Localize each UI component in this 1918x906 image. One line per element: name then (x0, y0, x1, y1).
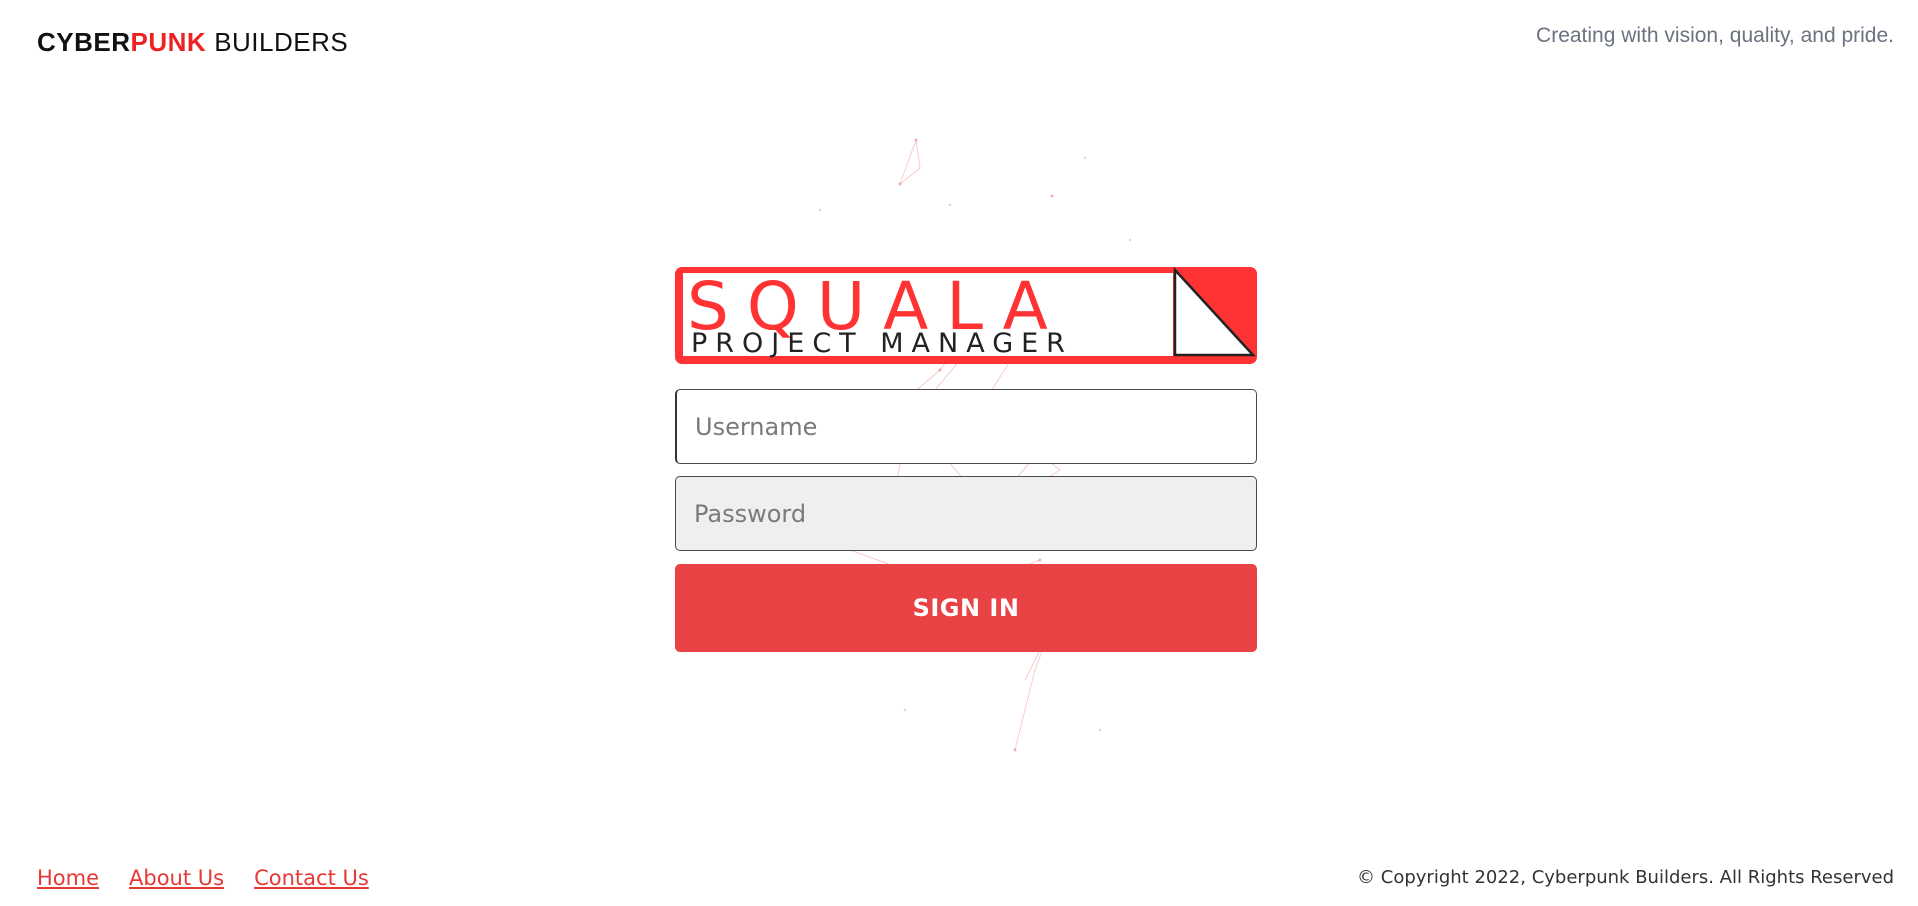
sign-in-button[interactable]: SIGN IN (675, 564, 1257, 652)
squala-logo: SQUALA PROJECT MANAGER (675, 267, 1257, 364)
brand-punk: PUNK (130, 27, 207, 57)
footer-nav: Home About Us Contact Us (37, 866, 369, 890)
password-input[interactable] (675, 476, 1257, 551)
username-input[interactable] (675, 389, 1257, 464)
login-page: CYBERPUNK BUILDERS Creating with vision, … (0, 0, 1918, 906)
brand-cyber: CYBER (37, 27, 131, 57)
tagline: Creating with vision, quality, and pride… (1536, 24, 1894, 47)
squala-logo-icon: SQUALA PROJECT MANAGER (675, 267, 1257, 364)
logo-subtitle: PROJECT MANAGER (691, 328, 1073, 359)
brand-logo-text: CYBERPUNK BUILDERS (37, 27, 348, 58)
footer-link-home[interactable]: Home (37, 866, 99, 890)
footer-link-contact-us[interactable]: Contact Us (254, 866, 369, 890)
brand-builders: BUILDERS (214, 27, 349, 57)
footer-link-about-us[interactable]: About Us (129, 866, 224, 890)
login-form: SQUALA PROJECT MANAGER SIGN IN (675, 267, 1257, 652)
copyright-text: © Copyright 2022, Cyberpunk Builders. Al… (1357, 867, 1894, 888)
